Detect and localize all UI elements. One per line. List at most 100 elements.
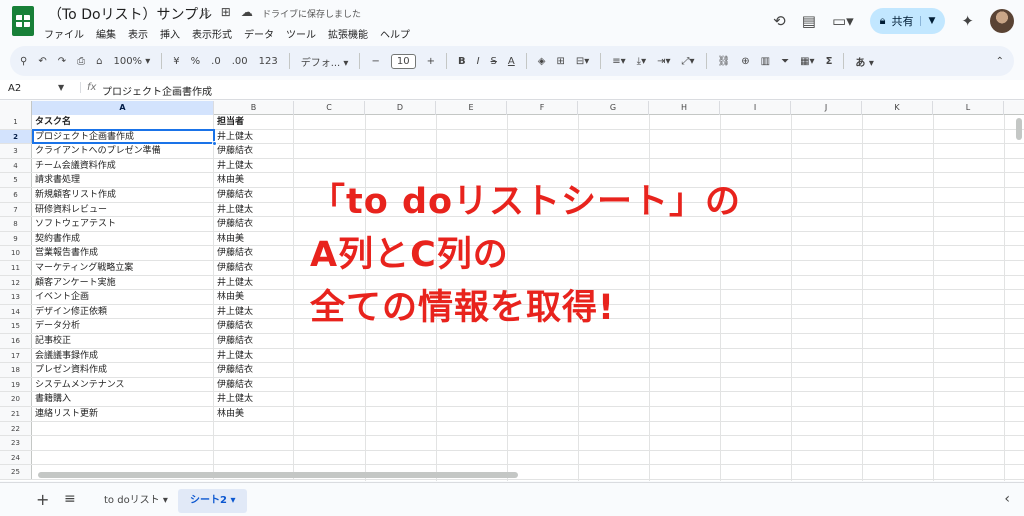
chevron-down-icon[interactable]: ▾ <box>163 495 168 506</box>
cell-b[interactable]: 伊藤結衣 <box>214 188 294 202</box>
text-rotate-icon[interactable]: ⤢▾ <box>682 56 695 67</box>
number-format-button[interactable]: 123 <box>259 56 278 67</box>
redo-icon[interactable]: ↷ <box>58 56 66 67</box>
row-header[interactable]: 6 <box>0 188 32 202</box>
document-title[interactable]: （To Doリスト）サンプル <box>48 4 212 24</box>
row-header[interactable]: 24 <box>0 450 32 465</box>
row-header[interactable]: 23 <box>0 436 32 450</box>
cell-a[interactable]: 連絡リスト更新 <box>32 407 214 421</box>
cell-a[interactable]: 契約書作成 <box>32 231 214 246</box>
print-icon[interactable]: ⎙ <box>77 56 85 67</box>
column-header-a[interactable]: A <box>32 101 214 115</box>
cell-a[interactable]: マーケティング戦略立案 <box>32 261 214 275</box>
column-header-i[interactable]: I <box>720 101 791 115</box>
chevron-left-icon[interactable]: ‹ <box>1004 491 1010 507</box>
cell-b[interactable]: 伊藤結衣 <box>214 144 294 158</box>
insert-comment-icon[interactable]: ⊕ <box>741 56 749 67</box>
cell-a[interactable]: デザイン修正依頼 <box>32 304 214 319</box>
row-header[interactable]: 22 <box>0 421 32 436</box>
row-header[interactable]: 1 <box>0 115 32 129</box>
meet-icon[interactable]: ▭▾ <box>832 12 854 30</box>
cell-a[interactable]: プレゼン資料作成 <box>32 363 214 377</box>
cell-a[interactable]: クライアントへのプレゼン準備 <box>32 144 214 158</box>
row-header[interactable]: 13 <box>0 290 32 304</box>
cell-b[interactable]: 井上健太 <box>214 348 294 363</box>
cell-b[interactable]: 井上健太 <box>214 129 294 144</box>
history-icon[interactable]: ⟲ <box>773 12 786 30</box>
add-sheet-icon[interactable]: + <box>36 490 49 509</box>
cell-b[interactable]: 伊藤結衣 <box>214 334 294 348</box>
column-header-l[interactable]: L <box>933 101 1004 115</box>
row-header[interactable]: 3 <box>0 144 32 158</box>
cell-b[interactable]: 井上健太 <box>214 202 294 217</box>
text-color-button[interactable]: A <box>508 56 515 67</box>
cell-b[interactable]: 井上健太 <box>214 304 294 319</box>
spreadsheet-grid[interactable]: A B C D E F G H I J K L 1 タスク名 担当者 2 プロジェクト企… <box>0 101 1024 481</box>
column-header-j[interactable]: J <box>791 101 862 115</box>
cell-a[interactable]: チーム会議資料作成 <box>32 158 214 173</box>
row-header[interactable]: 25 <box>0 465 32 479</box>
cell-a[interactable]: 請求書処理 <box>32 173 214 187</box>
star-icon[interactable]: ☆ <box>200 5 211 19</box>
undo-icon[interactable]: ↶ <box>38 56 46 67</box>
comment-icon[interactable]: ▤ <box>802 12 816 30</box>
cell-a[interactable]: 記事校正 <box>32 334 214 348</box>
cell-b[interactable]: 井上健太 <box>214 158 294 173</box>
column-header-h[interactable]: H <box>649 101 720 115</box>
cell-a[interactable]: 書籍購入 <box>32 392 214 406</box>
formula-input[interactable]: プロジェクト企画書作成 <box>102 83 212 98</box>
cell-b[interactable]: 井上健太 <box>214 275 294 290</box>
folder-move-icon[interactable]: ⊞ <box>221 5 231 19</box>
chevron-down-icon[interactable]: ▼ <box>58 83 64 92</box>
cell-a[interactable]: 新規顧客リスト作成 <box>32 188 214 202</box>
horizontal-align-icon[interactable]: ≡▾ <box>612 56 625 67</box>
filter-icon[interactable]: ⏷ <box>781 56 789 67</box>
all-sheets-icon[interactable]: ≡ <box>64 491 76 507</box>
avatar[interactable] <box>990 9 1014 33</box>
row-header[interactable]: 9 <box>0 231 32 246</box>
cell-b[interactable]: 林由美 <box>214 173 294 187</box>
row-header[interactable]: 11 <box>0 261 32 275</box>
cell-b[interactable]: 伊藤結衣 <box>214 363 294 377</box>
vertical-align-icon[interactable]: ⤓▾ <box>637 56 646 67</box>
menu-edit[interactable]: 編集 <box>96 26 116 41</box>
select-all-corner[interactable] <box>0 101 32 115</box>
cell-a[interactable]: ソフトウェアテスト <box>32 217 214 231</box>
row-header[interactable]: 5 <box>0 173 32 187</box>
column-header-k[interactable]: K <box>862 101 933 115</box>
cell-b[interactable] <box>214 421 294 436</box>
cell-a[interactable] <box>32 421 214 436</box>
cell-b[interactable]: 伊藤結衣 <box>214 261 294 275</box>
borders-icon[interactable]: ⊞ <box>556 56 564 67</box>
cell-b[interactable] <box>214 436 294 450</box>
cell-a[interactable]: 顧客アンケート実施 <box>32 275 214 290</box>
sheet-tab-todo[interactable]: to doリスト ▾ <box>92 489 180 513</box>
column-header-b[interactable]: B <box>214 101 294 115</box>
insert-chart-icon[interactable]: ▥ <box>761 56 770 67</box>
cell-b[interactable]: 伊藤結衣 <box>214 319 294 333</box>
row-header[interactable]: 15 <box>0 319 32 333</box>
cell-a[interactable] <box>32 436 214 450</box>
menu-view[interactable]: 表示 <box>128 26 148 41</box>
cell-b[interactable]: 担当者 <box>214 115 294 129</box>
font-size-increase-button[interactable]: + <box>427 56 435 67</box>
filter-views-icon[interactable]: ▦▾ <box>800 56 814 67</box>
sheet-tab-sheet2[interactable]: シート2 ▾ <box>178 489 248 513</box>
cell-b[interactable]: 井上健太 <box>214 392 294 406</box>
cloud-done-icon[interactable]: ☁ <box>241 5 253 19</box>
cell-a[interactable]: システムメンテナンス <box>32 377 214 392</box>
gemini-icon[interactable]: ✦ <box>961 12 974 30</box>
cell-a[interactable]: タスク名 <box>32 115 214 129</box>
cell-a[interactable]: プロジェクト企画書作成 <box>32 129 214 144</box>
text-wrap-icon[interactable]: ⇥▾ <box>657 56 670 67</box>
menu-data[interactable]: データ <box>244 26 274 41</box>
row-header[interactable]: 20 <box>0 392 32 406</box>
row-header[interactable]: 7 <box>0 202 32 217</box>
strikethrough-button[interactable]: S <box>491 56 497 67</box>
chevron-down-icon[interactable]: ▾ <box>230 495 235 506</box>
cell-a[interactable]: データ分析 <box>32 319 214 333</box>
column-header-e[interactable]: E <box>436 101 507 115</box>
search-icon[interactable]: ⚲ <box>20 56 27 67</box>
menu-extensions[interactable]: 拡張機能 <box>328 26 368 41</box>
input-tools-button[interactable]: あ ▾ <box>855 54 874 69</box>
